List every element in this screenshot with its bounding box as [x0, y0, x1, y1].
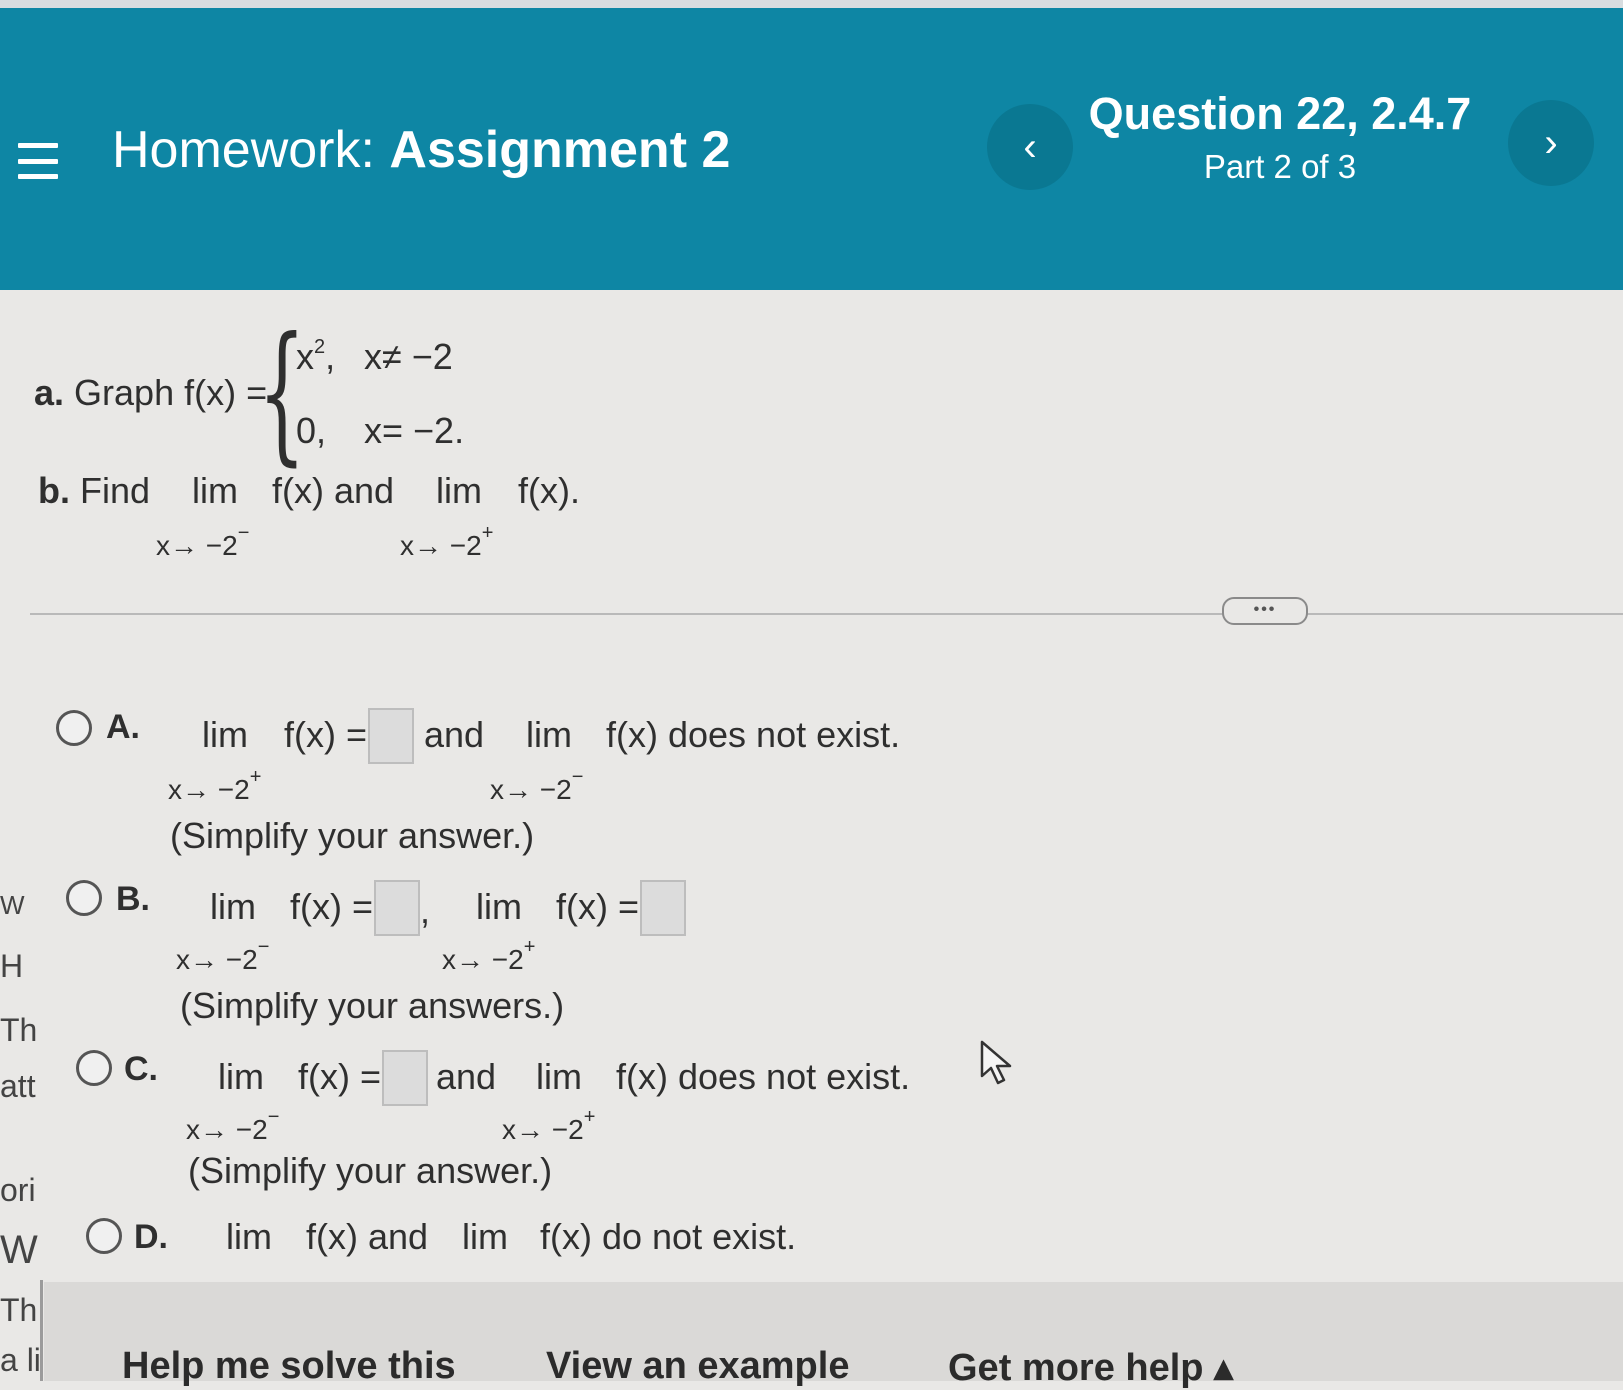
- hamburger-menu-icon[interactable]: [18, 143, 58, 179]
- chevron-left-icon: ‹: [1023, 124, 1037, 169]
- option-a-fx-eq: f(x) =: [284, 714, 368, 755]
- option-d-letter: D.: [134, 1218, 168, 1256]
- option-a-letter: A.: [106, 708, 140, 746]
- top-strip: [0, 0, 1623, 8]
- left-fragment-6: W: [0, 1228, 38, 1272]
- header-bar: Homework: Assignment 2 ‹ Question 22, 2.…: [0, 8, 1623, 290]
- option-c-answer-box[interactable]: [382, 1050, 428, 1106]
- help-me-solve-button[interactable]: Help me solve this: [122, 1345, 456, 1388]
- part-b-subscript-1: x→ −2−: [156, 522, 250, 561]
- part-b-fx-end: f(x).: [518, 470, 580, 511]
- option-c-lim-2: lim: [536, 1056, 582, 1097]
- left-fragment-3: Th: [0, 1012, 38, 1048]
- get-more-help-button[interactable]: Get more help ▴: [948, 1345, 1233, 1390]
- option-b-lim-1: lim: [210, 886, 256, 927]
- option-c-tail: f(x) does not exist.: [616, 1056, 911, 1097]
- part-b-text: b. Find: [38, 470, 150, 512]
- option-a-note: (Simplify your answer.): [170, 815, 535, 856]
- case-2-condition: x= −2.: [364, 410, 465, 451]
- more-options-button[interactable]: •••: [1222, 597, 1308, 625]
- option-d-radio[interactable]: [86, 1218, 122, 1254]
- option-a-answer-box[interactable]: [368, 708, 414, 764]
- option-c-radio[interactable]: [76, 1050, 112, 1086]
- option-b-fx-eq-1: f(x) =: [290, 886, 374, 927]
- left-window-edge: [40, 1280, 43, 1381]
- option-b-radio[interactable]: [66, 880, 102, 916]
- case-2-expression: 0,: [296, 410, 327, 451]
- option-a-subscript-1: x→ −2+: [168, 766, 262, 805]
- option-c-subscript-2: x→ −2+: [502, 1106, 596, 1145]
- option-c-letter: C.: [124, 1050, 158, 1088]
- option-d-lim-2: lim: [462, 1216, 508, 1257]
- option-b-fx-eq-2: f(x) =: [556, 886, 640, 927]
- left-fragment-5: ori: [0, 1172, 36, 1208]
- option-b-answer-box-2[interactable]: [640, 880, 686, 936]
- previous-question-button[interactable]: ‹: [987, 104, 1073, 190]
- option-b-answer-box-1[interactable]: [374, 880, 420, 936]
- option-a-lim-1: lim: [202, 714, 248, 755]
- option-a-radio[interactable]: [56, 710, 92, 746]
- section-divider: [30, 613, 1623, 615]
- option-c-and: and: [436, 1056, 497, 1097]
- part-b-lim-2: lim: [436, 470, 482, 511]
- question-title: Question 22, 2.4.7: [1088, 88, 1472, 139]
- homework-prefix: Homework:: [112, 121, 375, 179]
- part-a-graph-text: Graph f(x) =: [74, 372, 268, 413]
- option-a-tail: f(x) does not exist.: [606, 714, 901, 755]
- option-a-lim-2: lim: [526, 714, 572, 755]
- part-b-find: Find: [80, 470, 151, 511]
- option-c-fx-eq: f(x) =: [298, 1056, 382, 1097]
- option-d-fx-and: f(x) and: [306, 1216, 429, 1257]
- case-1-condition: x≠ −2: [364, 336, 453, 377]
- next-question-button[interactable]: ›: [1508, 100, 1594, 186]
- option-a-and: and: [424, 714, 485, 755]
- option-c-subscript-1: x→ −2−: [186, 1106, 280, 1145]
- option-d-lim-1: lim: [226, 1216, 272, 1257]
- part-b-label: b.: [38, 470, 70, 511]
- left-fragment-8: a li: [0, 1342, 41, 1378]
- left-fragment-4: att: [0, 1068, 36, 1104]
- assignment-name: Assignment 2: [389, 121, 731, 179]
- part-a-label: a.: [34, 372, 65, 413]
- question-part: Part 2 of 3: [1203, 148, 1357, 185]
- left-fragment-2: H: [0, 948, 24, 984]
- option-b-note: (Simplify your answers.): [180, 985, 565, 1026]
- option-b-comma: ,: [420, 890, 431, 931]
- left-fragment-7: Th: [0, 1292, 38, 1328]
- option-c-lim-1: lim: [218, 1056, 264, 1097]
- chevron-right-icon: ›: [1544, 120, 1558, 165]
- case-1-expression: x2,: [296, 336, 336, 377]
- option-b-subscript-2: x→ −2+: [442, 936, 536, 975]
- option-c-note: (Simplify your answer.): [188, 1150, 553, 1191]
- option-d-tail: f(x) do not exist.: [540, 1216, 797, 1257]
- view-example-button[interactable]: View an example: [546, 1345, 849, 1388]
- option-b-lim-2: lim: [476, 886, 522, 927]
- left-fragment-1: W: [0, 890, 25, 920]
- part-a-text: a. Graph f(x) =: [34, 372, 267, 414]
- part-b-fx-and: f(x) and: [272, 470, 395, 511]
- homework-title: Homework: Assignment 2: [112, 120, 730, 180]
- option-a-subscript-2: x→ −2−: [490, 766, 584, 805]
- part-b-lim-1: lim: [192, 470, 238, 511]
- option-b-letter: B.: [116, 880, 150, 918]
- option-b-subscript-1: x→ −2−: [176, 936, 270, 975]
- part-b-subscript-2: x→ −2+: [400, 522, 494, 561]
- mouse-pointer-icon: [980, 1040, 1012, 1085]
